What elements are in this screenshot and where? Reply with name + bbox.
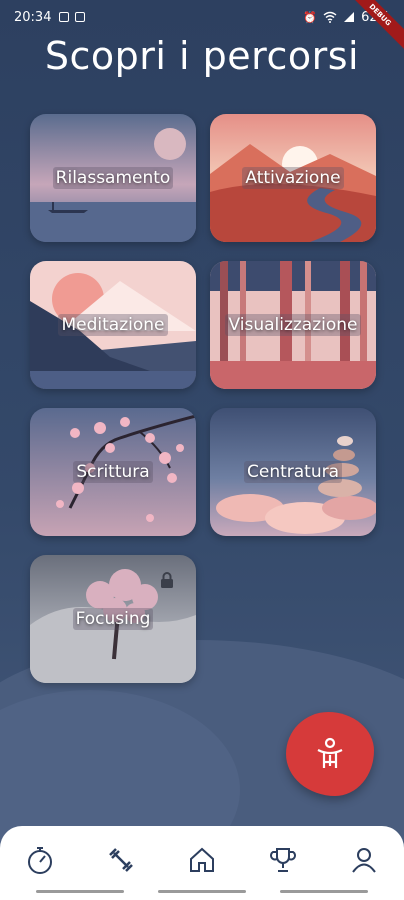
card-label: Visualizzazione — [210, 314, 376, 336]
page-title: Scopri i percorsi — [44, 34, 360, 78]
meditator-fab-button[interactable] — [286, 712, 374, 796]
bottom-nav — [0, 826, 404, 900]
meditator-icon — [317, 737, 343, 768]
status-time: 20:34 — [14, 9, 52, 25]
profile-icon — [351, 848, 376, 873]
card-rilassamento[interactable]: Rilassamento — [30, 114, 196, 242]
gesture-bar — [36, 890, 124, 893]
card-focusing[interactable]: Focusing — [30, 555, 196, 683]
gesture-bar — [280, 890, 368, 893]
trophy-icon — [269, 848, 296, 872]
alarm-icon: ⏰ — [303, 10, 318, 24]
status-bar: 20:34 ⏰ 62% — [0, 0, 404, 34]
home-icon — [189, 847, 214, 872]
notification-icon — [75, 12, 86, 22]
card-visualizzazione[interactable]: Visualizzazione — [210, 261, 376, 389]
card-label: Focusing — [30, 608, 196, 630]
timer-icon — [28, 847, 53, 874]
card-attivazione[interactable]: Attivazione — [210, 114, 376, 242]
notification-icon — [59, 12, 70, 22]
card-label: Scrittura — [30, 461, 196, 483]
nav-home[interactable] — [182, 840, 222, 880]
card-label: Meditazione — [30, 314, 196, 336]
nav-profile[interactable] — [344, 840, 384, 880]
card-scrittura[interactable]: Scrittura — [30, 408, 196, 536]
gesture-bar — [158, 890, 246, 893]
nav-timer[interactable] — [20, 840, 60, 880]
card-meditazione[interactable]: Meditazione — [30, 261, 196, 389]
dumbbell-icon — [109, 848, 134, 872]
card-label: Attivazione — [210, 167, 376, 189]
nav-achievements[interactable] — [263, 840, 303, 880]
card-label: Rilassamento — [30, 167, 196, 189]
lock-icon — [161, 572, 173, 588]
card-centratura[interactable]: Centratura — [210, 408, 376, 536]
wifi-icon — [323, 11, 337, 23]
signal-icon — [344, 12, 355, 22]
card-label: Centratura — [210, 461, 376, 483]
app-screen: 20:34 ⏰ 62% DEBUG Scopri i percorsi — [0, 0, 404, 900]
nav-exercises[interactable] — [101, 840, 141, 880]
